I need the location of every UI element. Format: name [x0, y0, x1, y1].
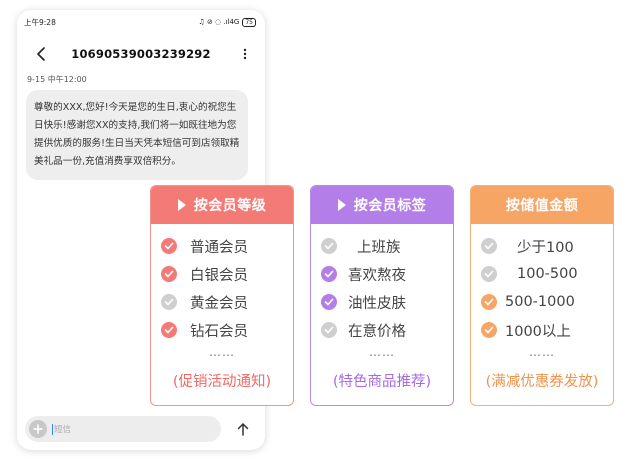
- text-cursor: [52, 423, 53, 435]
- option-item[interactable]: 油性皮肤: [311, 288, 453, 316]
- option-label: 上班族: [357, 239, 401, 256]
- unchecked-icon[interactable]: [481, 238, 497, 254]
- option-label: 喜欢熬夜: [348, 267, 406, 284]
- play-arrow-icon: [177, 199, 186, 211]
- member-tag-card-footer: (特色商品推荐): [332, 374, 432, 390]
- checked-icon[interactable]: [161, 322, 177, 338]
- member-tag-card: 按会员标签 上班族 喜欢熬夜 油性皮肤 在意价格 …… (特色商品推荐): [310, 185, 454, 406]
- option-item[interactable]: 1000以上: [471, 316, 613, 344]
- member-tag-card-title: 按会员标签: [353, 198, 427, 214]
- status-indicator-icons: ♫ ⊘ ◌ .ıl4G: [198, 18, 240, 26]
- message-bubble[interactable]: 尊敬的XXX,您好!今天是您的生日,衷心的祝您生日快乐!感谢您XX的支持,我们将…: [26, 90, 248, 180]
- arrow-up-icon: [237, 423, 249, 436]
- unchecked-icon[interactable]: [321, 322, 337, 338]
- member-level-options: 普通会员 白银会员 黄金会员 钻石会员: [151, 224, 293, 344]
- more-options-ellipsis: ……: [529, 345, 555, 359]
- checked-icon[interactable]: [321, 266, 337, 282]
- conversation-header: 10690539003239292: [17, 36, 265, 72]
- member-level-card-title: 按会员等级: [193, 198, 267, 214]
- option-item[interactable]: 在意价格: [311, 316, 453, 344]
- more-options-ellipsis: ……: [369, 345, 395, 359]
- conversation-title: 10690539003239292: [71, 47, 211, 61]
- checked-icon[interactable]: [481, 294, 497, 310]
- checked-icon[interactable]: [321, 294, 337, 310]
- member-level-card: 按会员等级 普通会员 白银会员 黄金会员 钻石会员 …… (促销活动通知): [150, 185, 294, 406]
- unchecked-icon[interactable]: [321, 238, 337, 254]
- more-vertical-icon: [243, 48, 247, 60]
- plus-icon: [33, 424, 43, 434]
- checked-icon[interactable]: [481, 322, 497, 338]
- option-label: 100-500: [517, 266, 578, 282]
- stored-value-card-footer: (满减优惠券发放): [485, 374, 599, 390]
- status-time: 上午9:28: [24, 17, 56, 27]
- status-bar: 上午9:28 ♫ ⊘ ◌ .ıl4G 75: [17, 10, 265, 34]
- option-label: 白银会员: [190, 267, 248, 284]
- option-item[interactable]: 少于100: [471, 232, 613, 260]
- composer-bar: 短信: [17, 408, 265, 450]
- stored-value-card: 按储值金额 少于100 100-500 500-1000 1000以上 …… (…: [470, 185, 614, 406]
- message-input-placeholder: 短信: [54, 425, 72, 435]
- message-input[interactable]: 短信: [25, 416, 221, 442]
- option-label: 普通会员: [190, 239, 248, 256]
- member-tag-card-header[interactable]: 按会员标签: [311, 186, 453, 224]
- option-item[interactable]: 100-500: [471, 260, 613, 288]
- option-label: 少于100: [517, 239, 574, 256]
- option-label: 在意价格: [348, 323, 406, 340]
- option-label: 油性皮肤: [348, 295, 406, 312]
- option-label: 钻石会员: [190, 323, 248, 340]
- unchecked-icon[interactable]: [481, 266, 497, 282]
- message-timestamp: 9-15 中午12:00: [27, 75, 87, 84]
- option-item[interactable]: 上班族: [311, 232, 453, 260]
- checked-icon[interactable]: [161, 266, 177, 282]
- option-label: 500-1000: [505, 294, 575, 310]
- option-item[interactable]: 黄金会员: [151, 288, 293, 316]
- stored-value-card-title: 按储值金额: [505, 198, 579, 214]
- option-label: 1000以上: [505, 323, 571, 340]
- send-button[interactable]: [235, 421, 251, 437]
- play-arrow-icon: [337, 199, 346, 211]
- stored-value-card-header[interactable]: 按储值金额: [471, 186, 613, 224]
- option-label: 黄金会员: [190, 295, 248, 312]
- option-item[interactable]: 普通会员: [151, 232, 293, 260]
- more-options-ellipsis: ……: [209, 345, 235, 359]
- stored-value-options: 少于100 100-500 500-1000 1000以上: [471, 224, 613, 344]
- more-options-button[interactable]: [239, 44, 251, 64]
- option-item[interactable]: 喜欢熬夜: [311, 260, 453, 288]
- option-item[interactable]: 钻石会员: [151, 316, 293, 344]
- battery-icon: 75: [242, 17, 256, 27]
- unchecked-icon[interactable]: [161, 294, 177, 310]
- checked-icon[interactable]: [161, 238, 177, 254]
- option-item[interactable]: 500-1000: [471, 288, 613, 316]
- option-item[interactable]: 白银会员: [151, 260, 293, 288]
- member-tag-options: 上班族 喜欢熬夜 油性皮肤 在意价格: [311, 224, 453, 344]
- status-icons: ♫ ⊘ ◌ .ıl4G 75: [198, 17, 256, 27]
- add-attachment-button[interactable]: [29, 420, 47, 438]
- member-level-card-header[interactable]: 按会员等级: [151, 186, 293, 224]
- member-level-card-footer: (促销活动通知): [172, 374, 272, 390]
